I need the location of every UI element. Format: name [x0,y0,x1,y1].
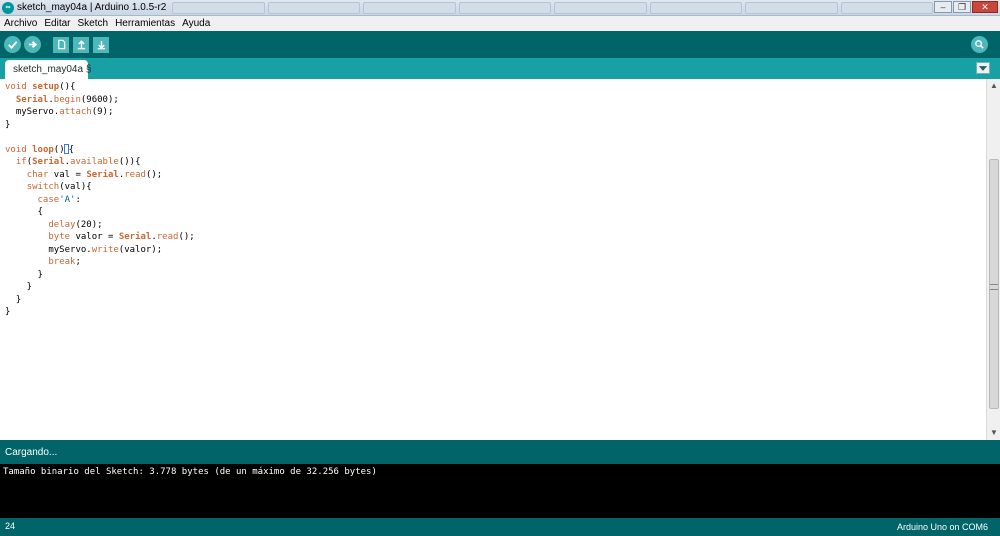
code-line: void setup(){ [5,82,76,92]
scroll-down-arrow-icon[interactable]: ▼ [987,426,1000,440]
upload-icon [28,41,38,48]
code-line: byte valor = Serial.read(); [48,232,195,242]
console-output[interactable]: Tamaño binario del Sketch: 3.778 bytes (… [0,464,1000,518]
upload-button[interactable] [24,36,41,53]
taskbar-item[interactable] [458,1,552,14]
menu-archivo[interactable]: Archivo [0,18,40,29]
maximize-button[interactable]: ❐ [953,0,971,13]
minimize-button[interactable]: – [934,0,952,13]
scroll-up-arrow-icon[interactable]: ▲ [987,79,1000,93]
verify-button[interactable] [4,36,21,53]
code-line: delay(20); [48,219,103,230]
code-line: } [5,307,11,317]
code-line: } [5,294,22,305]
open-icon [77,40,85,50]
menu-herramientas[interactable]: Herramientas [111,18,178,29]
toolbar [0,31,1000,58]
verify-icon [8,41,18,50]
title-bar: ∞ sketch_may04a | Arduino 1.0.5-r2 – ❐ ✕ [0,0,1000,16]
open-button[interactable] [73,36,89,53]
menu-ayuda[interactable]: Ayuda [178,18,213,29]
taskbar-item[interactable] [840,1,933,14]
code-line: } [5,119,11,130]
tab-bar: sketch_may04a § [0,58,1000,79]
code-line: } [5,282,33,292]
new-button[interactable] [53,36,69,53]
taskbar-item[interactable] [745,1,838,14]
code-line: myServo.write(valor); [5,244,163,255]
editor-vertical-scrollbar[interactable]: ▲ ▼ [986,79,1000,440]
tab-sketch-may04a[interactable]: sketch_may04a § [5,60,91,79]
status-bar: Cargando... [0,440,1000,464]
taskbar-item[interactable] [267,1,361,14]
arduino-ide-window: ∞ sketch_may04a | Arduino 1.0.5-r2 – ❐ ✕… [0,0,1000,536]
code-line: void loop(){ [5,144,75,155]
code-line: myServo.attach(9); [5,107,114,117]
window-title: sketch_may04a | Arduino 1.0.5-r2 [17,2,167,13]
save-icon [97,40,105,50]
tab-menu-button[interactable] [976,62,990,74]
code-line: case'A': [37,194,81,205]
code-line: char val = Serial.read(); [26,169,163,180]
background-taskbar-strip [172,1,933,14]
code-line: if(Serial.available()){ [15,157,141,167]
serial-monitor-button[interactable] [971,36,988,53]
arduino-logo-icon: ∞ [2,1,14,14]
scrollbar-grip-icon [990,284,998,290]
text-cursor [63,144,69,154]
menu-sketch[interactable]: Sketch [73,18,111,29]
code-editor[interactable]: void setup(){ Serial.begin(9600); myServ… [0,79,986,440]
board-port-label: Arduino Uno on COM6 [896,522,988,532]
new-icon [57,39,65,50]
code-line: break; [48,257,81,267]
code-line: { [5,207,43,217]
code-line: switch(val){ [26,182,92,192]
close-button[interactable]: ✕ [972,0,998,13]
menu-editar[interactable]: Editar [40,18,73,29]
chevron-down-icon [979,65,987,71]
taskbar-item[interactable] [172,1,265,14]
window-controls: – ❐ ✕ [933,0,998,15]
taskbar-item[interactable] [554,1,647,14]
code-line: Serial.begin(9600); [15,94,119,105]
save-button[interactable] [93,36,109,53]
footer-bar: 24 Arduino Uno on COM6 [0,518,1000,536]
taskbar-item[interactable] [363,1,456,14]
line-number: 24 [5,521,16,531]
menu-bar: Archivo Editar Sketch Herramientas Ayuda [0,16,1000,31]
code-line: } [5,269,43,280]
taskbar-item[interactable] [649,1,743,14]
magnifier-icon [975,40,984,49]
